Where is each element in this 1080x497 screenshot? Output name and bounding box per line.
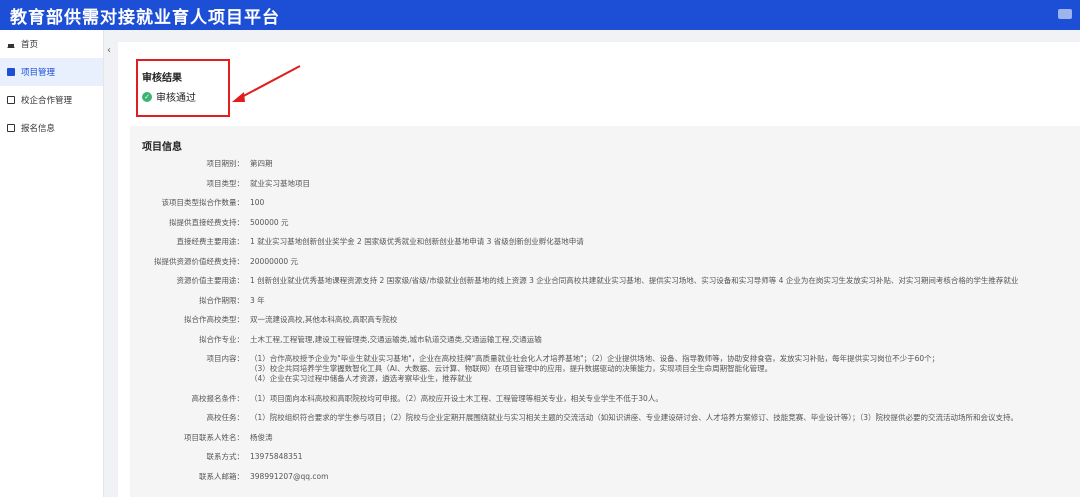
info-label: 拟提供直接经费支持：: [169, 217, 244, 227]
info-row: 高校任务： （1）院校组织符合要求的学生参与项目；（2）院校与企业定期开展围绕就业…: [130, 413, 1080, 423]
info-label: 拟提供资源价值经费支持：: [154, 256, 244, 266]
audit-status: ✓ 审核通过: [142, 89, 196, 104]
info-label: 拟合作期限：: [199, 295, 244, 305]
info-label: 资源价值主要用途：: [176, 276, 245, 285]
list-icon: [7, 68, 15, 76]
info-label: 联系方式：: [206, 452, 245, 461]
info-value: 100: [250, 198, 265, 207]
info-row: 项目类型： 就业实习基地项目: [130, 179, 1080, 189]
info-value: 13975848351: [250, 452, 303, 461]
audit-result-title: 审核结果: [142, 73, 182, 84]
info-row: 项目联系人姓名： 杨俊涛: [130, 433, 1080, 443]
info-value: 1 创新创业就业优秀基地课程资源支持 2 国家级/省级/市级就业创新基地的线上资…: [250, 276, 1019, 285]
info-value: （1）院校组织符合要求的学生参与项目；（2）院校与企业定期开展围绕就业与实习相关…: [250, 413, 1019, 422]
info-row: 联系人邮箱： 398991207@qq.com: [130, 472, 1080, 482]
info-value: 20000000 元: [250, 256, 299, 266]
info-label: 拟合作专业：: [199, 334, 244, 344]
content-line: （1）合作高校授予企业为"毕业生就业实习基地"，企业在高校挂牌"高质量就业社会化…: [250, 354, 940, 363]
info-value: （1）合作高校授予企业为"毕业生就业实习基地"，企业在高校挂牌"高质量就业社会化…: [250, 354, 1080, 384]
info-row: 拟合作期限： 3 年: [130, 296, 1080, 306]
info-value: 就业实习基地项目: [250, 178, 310, 188]
info-label: 拟合作高校类型：: [184, 315, 244, 324]
info-value: （1）项目面向本科高校和高职院校均可申报。（2）高校应开设土木工程、工程管理等相…: [250, 393, 663, 403]
info-value: 第四期: [250, 159, 273, 168]
info-value: 土木工程,工程管理,建设工程管理类,交通运输类,城市轨道交通类,交通运输工程,交…: [250, 334, 542, 344]
info-row: 拟合作高校类型： 双一流建设高校,其他本科高校,高职高专院校: [130, 315, 1080, 325]
main-content: 审核结果 ✓ 审核通过 项目信息 项目期别： 第四期 项目类型： 就业实习基地项目 …: [118, 42, 1080, 497]
app-title: 教育部供需对接就业育人项目平台: [10, 7, 280, 28]
sidebar-item-label: 报名信息: [21, 124, 56, 134]
home-icon: [7, 40, 15, 48]
info-label: 该项目类型拟合作数量：: [161, 198, 245, 207]
section-title: 项目信息: [142, 142, 182, 153]
document-icon: [7, 96, 15, 104]
card-icon: [7, 124, 15, 132]
info-label: 高校报名条件：: [191, 393, 245, 403]
info-row: 直接经费主要用途： 1 就业实习基地创新创业奖学金 2 国家级优秀就业和创新创业基…: [130, 237, 1080, 247]
user-menu-icon[interactable]: [1058, 9, 1072, 19]
info-value: 3 年: [250, 295, 265, 305]
info-value: 杨俊涛: [250, 432, 273, 442]
info-label: 项目联系人姓名：: [184, 432, 244, 442]
sidebar-item-project-management[interactable]: 项目管理: [0, 58, 103, 86]
annotation-arrow-icon: [232, 65, 301, 102]
info-value: 双一流建设高校,其他本科高校,高职高专院校: [250, 315, 398, 324]
sidebar-item-registration-info[interactable]: 报名信息: [0, 114, 103, 142]
info-row: 该项目类型拟合作数量： 100: [130, 198, 1080, 208]
info-row: 项目期别： 第四期: [130, 159, 1080, 169]
info-row: 项目内容： （1）合作高校授予企业为"毕业生就业实习基地"，企业在高校挂牌"高质量…: [130, 354, 1080, 384]
sidebar-item-label: 项目管理: [21, 68, 56, 78]
content-line: （3）校企共同培养学生掌握数智化工具（AI、大数据、云计算、物联网）在项目管理中…: [250, 364, 773, 373]
info-row: 联系方式： 13975848351: [130, 452, 1080, 462]
info-row: 拟提供直接经费支持： 500000 元: [130, 218, 1080, 228]
info-row: 高校报名条件： （1）项目面向本科高校和高职院校均可申报。（2）高校应开设土木工程…: [130, 394, 1080, 404]
sidebar-item-label: 校企合作管理: [21, 96, 73, 106]
sidebar-item-label: 首页: [21, 40, 39, 50]
info-value: 398991207@qq.com: [250, 471, 329, 481]
info-row: 资源价值主要用途： 1 创新创业就业优秀基地课程资源支持 2 国家级/省级/市级就…: [130, 276, 1080, 286]
info-label: 直接经费主要用途：: [176, 237, 245, 246]
info-label: 项目期别：: [206, 159, 245, 168]
info-label: 高校任务：: [206, 413, 245, 422]
top-bar: 教育部供需对接就业育人项目平台: [0, 0, 1080, 30]
info-value: 1 就业实习基地创新创业奖学金 2 国家级优秀就业和创新创业基地申请 3 省级创…: [250, 237, 584, 246]
sidebar-item-home[interactable]: 首页: [0, 30, 103, 58]
collapse-sidebar-button[interactable]: ‹: [104, 44, 114, 58]
info-value: 500000 元: [250, 217, 289, 227]
check-circle-icon: ✓: [142, 91, 152, 102]
highlight-box: [136, 59, 230, 117]
content-line: （4）企业在实习过程中储备人才资源，遴选考察毕业生，推荐就业: [250, 374, 473, 383]
info-row: 拟合作专业： 土木工程,工程管理,建设工程管理类,交通运输类,城市轨道交通类,交通…: [130, 335, 1080, 345]
info-label: 项目内容：: [206, 354, 245, 363]
sidebar-item-cooperation-management[interactable]: 校企合作管理: [0, 86, 103, 114]
audit-status-text: 审核通过: [156, 93, 196, 104]
project-info-list: 项目期别： 第四期 项目类型： 就业实习基地项目 该项目类型拟合作数量： 100 拟提…: [130, 159, 1080, 491]
info-label: 联系人邮箱：: [199, 471, 244, 481]
info-label: 项目类型：: [206, 178, 245, 188]
sidebar: 首页 项目管理 校企合作管理 报名信息: [0, 30, 104, 497]
project-info-panel: 项目信息 项目期别： 第四期 项目类型： 就业实习基地项目 该项目类型拟合作数量： 1…: [130, 126, 1080, 497]
info-row: 拟提供资源价值经费支持： 20000000 元: [130, 257, 1080, 267]
